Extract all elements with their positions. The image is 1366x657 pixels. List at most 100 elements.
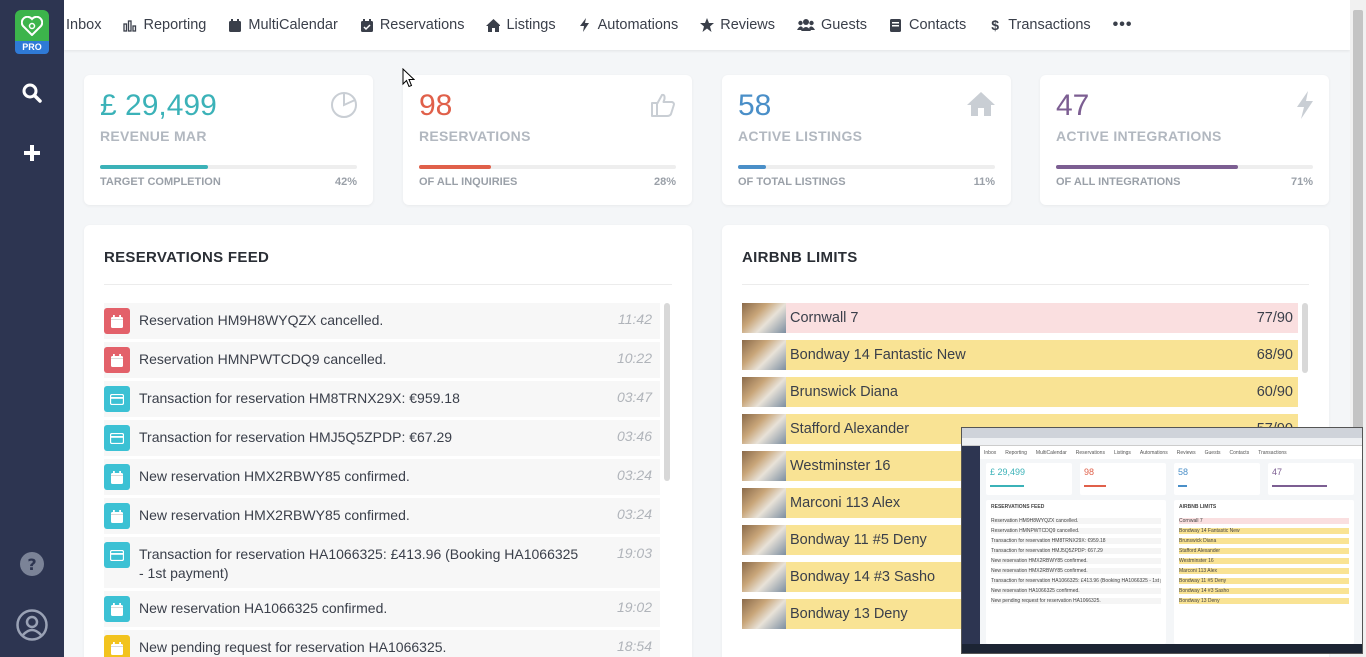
feed-item-time: 19:03 xyxy=(616,545,652,561)
feed-item-text: New reservation HMX2RBWY85 confirmed. xyxy=(139,468,410,484)
plus-icon[interactable] xyxy=(16,137,48,169)
limit-item[interactable]: Bondway 14 Fantastic New 68/90 xyxy=(742,340,1298,370)
listing-thumbnail xyxy=(742,599,786,629)
listing-name: Bondway 13 Deny xyxy=(790,606,908,622)
nav-guests[interactable]: Guests xyxy=(797,17,867,33)
feed-scrollbar[interactable] xyxy=(664,303,670,481)
mini-limit-row: Bondway 14 Fantastic New xyxy=(1179,528,1349,534)
mini-limits-title: AIRBNB LIMITS xyxy=(1179,504,1217,510)
stat-percent: 28% xyxy=(653,176,676,188)
feed-item[interactable]: Transaction for reservation HMJ5Q5ZPDP: … xyxy=(104,420,660,456)
stat-footer-label: OF ALL INTEGRATIONS xyxy=(1056,176,1181,188)
screenshot-preview-overlay[interactable]: Inbox Reporting MultiCalendar Reservations L… xyxy=(961,427,1363,654)
nav-transactions-label: Transactions xyxy=(1008,17,1091,33)
users-icon xyxy=(797,18,816,32)
listing-thumbnail xyxy=(742,377,786,407)
pie-chart-icon xyxy=(330,91,358,124)
feed-item[interactable]: Transaction for reservation HM8TRNX29X: … xyxy=(104,381,660,417)
feed-item-time: 19:02 xyxy=(616,599,652,615)
nav-listings[interactable]: Listings xyxy=(486,17,556,33)
mini-bar xyxy=(1178,485,1187,487)
limit-item[interactable]: Brunswick Diana 60/90 xyxy=(742,377,1298,407)
mini-stat-value: £ 29,499 xyxy=(990,467,1026,477)
mouse-cursor-icon xyxy=(402,67,416,93)
limit-bar: Brunswick Diana 60/90 xyxy=(786,377,1298,407)
mini-feed-row: Reservation HMNPWTCDQ9 cancelled. xyxy=(991,528,1161,534)
progress-track xyxy=(419,165,676,169)
star-icon xyxy=(700,18,715,32)
user-circle-icon[interactable] xyxy=(16,609,48,641)
help-icon[interactable]: ? xyxy=(16,548,48,580)
stat-card: 98 RESERVATIONS OF ALL INQUIRIES 28% xyxy=(403,75,692,205)
nav-transactions[interactable]: $ Transactions xyxy=(988,17,1090,33)
limit-item[interactable]: Cornwall 7 77/90 xyxy=(742,303,1298,333)
more-menu-button[interactable]: ••• xyxy=(1113,16,1133,34)
stat-value: 47 xyxy=(1056,89,1090,122)
pro-badge: PRO xyxy=(15,41,49,54)
nav-inbox[interactable]: Inbox xyxy=(66,17,101,33)
feed-item[interactable]: New pending request for reservation HA10… xyxy=(104,630,660,657)
mini-stat-value: 98 xyxy=(1084,467,1095,477)
mini-stat-value: 47 xyxy=(1272,467,1283,477)
feed-item-time: 10:22 xyxy=(616,350,652,366)
stat-percent: 42% xyxy=(334,176,357,188)
stat-footer: OF ALL INTEGRATIONS 71% xyxy=(1056,176,1313,188)
mini-limit-row: Bondway 11 #5 Deny xyxy=(1179,578,1349,584)
calendar-icon xyxy=(104,635,130,657)
listing-thumbnail xyxy=(742,451,786,481)
feed-item[interactable]: New reservation HMX2RBWY85 confirmed. 03… xyxy=(104,498,660,534)
feed-item-text: Reservation HM9H8WYQZX cancelled. xyxy=(139,312,384,328)
nav-reporting-label: Reporting xyxy=(143,17,207,33)
nav-automations[interactable]: Automations xyxy=(578,17,678,33)
feed-item[interactable]: New reservation HA1066325 confirmed. 19:… xyxy=(104,591,660,627)
mini-limits-panel: AIRBNB LIMITS Cornwall 7 Bondway 14 Fanta… xyxy=(1174,500,1354,644)
app-logo[interactable]: PRO xyxy=(15,10,49,54)
feed-item[interactable]: Reservation HM9H8WYQZX cancelled. 11:42 xyxy=(104,303,660,339)
credit-card-icon xyxy=(104,542,130,568)
mini-nav: Inbox Reporting MultiCalendar Reservations L… xyxy=(980,446,1362,459)
nav-reviews[interactable]: Reviews xyxy=(700,17,775,33)
limits-scrollbar[interactable] xyxy=(1302,303,1308,373)
feed-item-time: 03:24 xyxy=(616,467,652,483)
nav-listings-label: Listings xyxy=(506,17,556,33)
stat-label: ACTIVE LISTINGS xyxy=(738,128,863,144)
mini-stat-card: 98 xyxy=(1080,463,1166,495)
nav-reservations[interactable]: Reservations xyxy=(360,17,464,33)
nav-contacts-label: Contacts xyxy=(908,17,967,33)
mini-limit-row: Westminster 16 xyxy=(1179,558,1349,564)
listing-thumbnail xyxy=(742,525,786,555)
calendar-icon xyxy=(104,503,130,529)
limit-bar: Cornwall 7 77/90 xyxy=(786,303,1298,333)
bar-chart-icon xyxy=(123,18,137,32)
limit-value: 60/90 xyxy=(1256,384,1293,400)
home-icon xyxy=(486,18,501,32)
mini-sidebar xyxy=(962,446,980,644)
feed-item-text: Transaction for reservation HA1066325: £… xyxy=(139,546,579,581)
stat-card: 47 ACTIVE INTEGRATIONS OF ALL INTEGRATIO… xyxy=(1040,75,1329,205)
listing-thumbnail xyxy=(742,414,786,444)
search-icon[interactable] xyxy=(16,77,48,109)
mini-limit-row: Bondway 14 #3 Sasho xyxy=(1179,588,1349,594)
stat-value: 98 xyxy=(419,89,453,122)
mini-nav-item: Listings xyxy=(1113,450,1131,456)
feed-item[interactable]: New reservation HMX2RBWY85 confirmed. 03… xyxy=(104,459,660,495)
top-navigation: Inbox Reporting MultiCalendar Reservatio… xyxy=(64,0,1350,50)
mini-page: Inbox Reporting MultiCalendar Reservations L… xyxy=(962,446,1362,644)
nav-inbox-label: Inbox xyxy=(66,17,102,33)
nav-multicalendar[interactable]: MultiCalendar xyxy=(228,17,338,33)
feed-item[interactable]: Transaction for reservation HA1066325: £… xyxy=(104,537,660,588)
progress-track xyxy=(100,165,357,169)
calendar-check-icon xyxy=(360,18,374,32)
nav-reporting[interactable]: Reporting xyxy=(123,17,206,33)
nav-contacts[interactable]: Contacts xyxy=(889,17,966,33)
heart-logo-icon xyxy=(15,10,49,41)
feed-item-time: 03:24 xyxy=(616,506,652,522)
mini-feed-row: New reservation HMX2RBWY85 confirmed. xyxy=(991,558,1161,564)
stat-card: £ 29,499 REVENUE MAR TARGET COMPLETION 4… xyxy=(84,75,373,205)
limit-value: 68/90 xyxy=(1256,347,1293,363)
listing-thumbnail xyxy=(742,562,786,592)
address-book-icon xyxy=(889,18,903,32)
listing-name: Bondway 14 Fantastic New xyxy=(790,347,966,363)
feed-item[interactable]: Reservation HMNPWTCDQ9 cancelled. 10:22 xyxy=(104,342,660,378)
listing-name: Brunswick Diana xyxy=(790,384,898,400)
